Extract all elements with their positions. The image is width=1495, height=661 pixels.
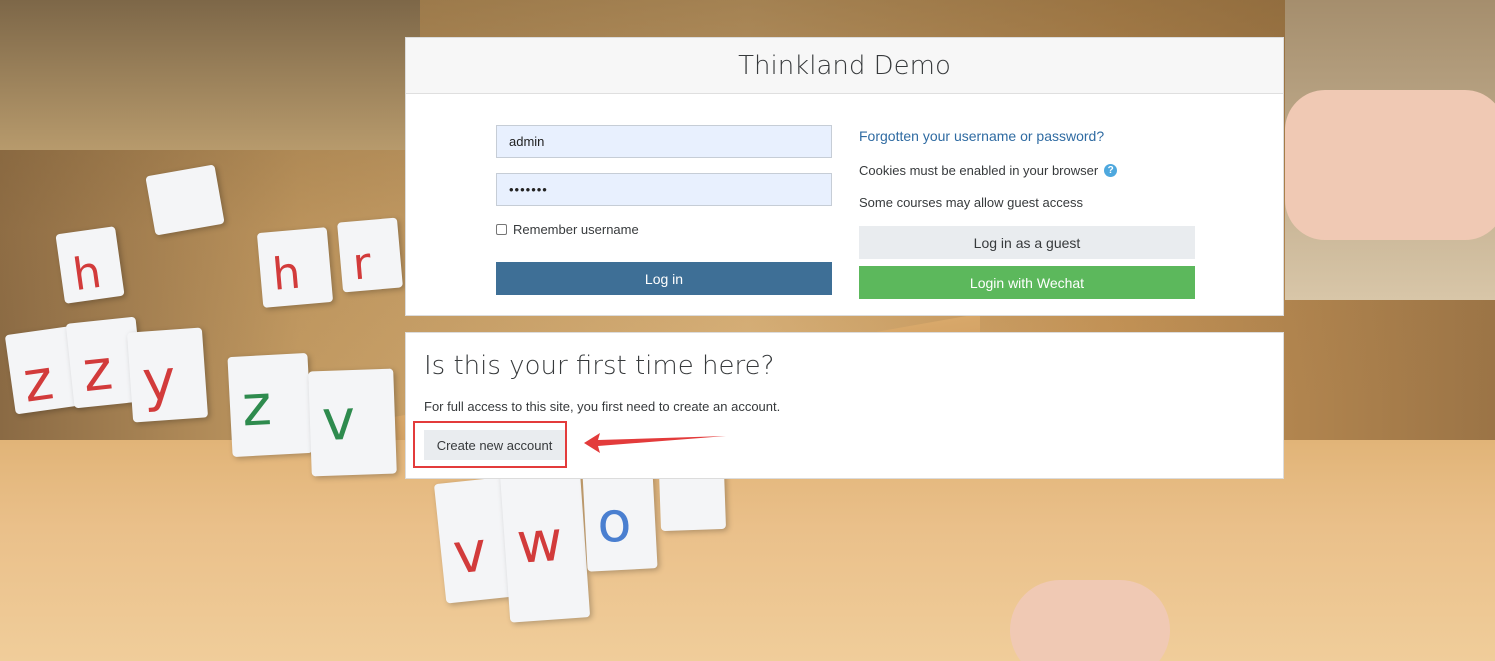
forgot-password-link[interactable]: Forgotten your username or password? xyxy=(859,128,1104,144)
background-letter-card: v xyxy=(308,368,397,477)
background-letter-card: o xyxy=(582,468,658,572)
password-value: ••••••• xyxy=(509,182,548,197)
site-title: Thinkland Demo xyxy=(406,38,1283,94)
login-button[interactable]: Log in xyxy=(496,262,832,295)
login-card: Thinkland Demo admin ••••••• Remember us… xyxy=(405,37,1284,316)
cookies-note: Cookies must be enabled in your browser … xyxy=(859,163,1118,178)
wechat-login-button[interactable]: Login with Wechat xyxy=(859,266,1195,299)
background-letter-card: h xyxy=(55,226,125,304)
background-letter-card: r xyxy=(337,217,403,293)
background-letter-card xyxy=(145,164,225,236)
username-input[interactable]: admin xyxy=(496,125,832,158)
background-letter-card: y xyxy=(126,327,209,423)
signup-title: Is this your first time here? xyxy=(424,351,775,381)
remember-username-label: Remember username xyxy=(513,222,639,237)
question-circle-icon[interactable]: ? xyxy=(1104,164,1118,177)
cookies-note-text: Cookies must be enabled in your browser xyxy=(859,163,1099,178)
background-hand xyxy=(1010,580,1170,661)
annotation-arrow-icon xyxy=(584,433,726,453)
checkbox-icon[interactable] xyxy=(496,224,507,235)
background-letter-card: h xyxy=(256,227,334,308)
background-hand xyxy=(1285,90,1495,240)
remember-username-checkbox[interactable]: Remember username xyxy=(496,222,639,237)
background-letter-card: w xyxy=(499,467,591,623)
highlight-box xyxy=(413,421,567,468)
username-value: admin xyxy=(509,134,545,149)
guest-login-button[interactable]: Log in as a guest xyxy=(859,226,1195,259)
background-shelf xyxy=(0,0,420,150)
password-input[interactable]: ••••••• xyxy=(496,173,832,206)
guest-access-note: Some courses may allow guest access xyxy=(859,195,1083,210)
signup-description: For full access to this site, you first … xyxy=(424,399,781,414)
background-letter-card: z xyxy=(227,352,313,458)
